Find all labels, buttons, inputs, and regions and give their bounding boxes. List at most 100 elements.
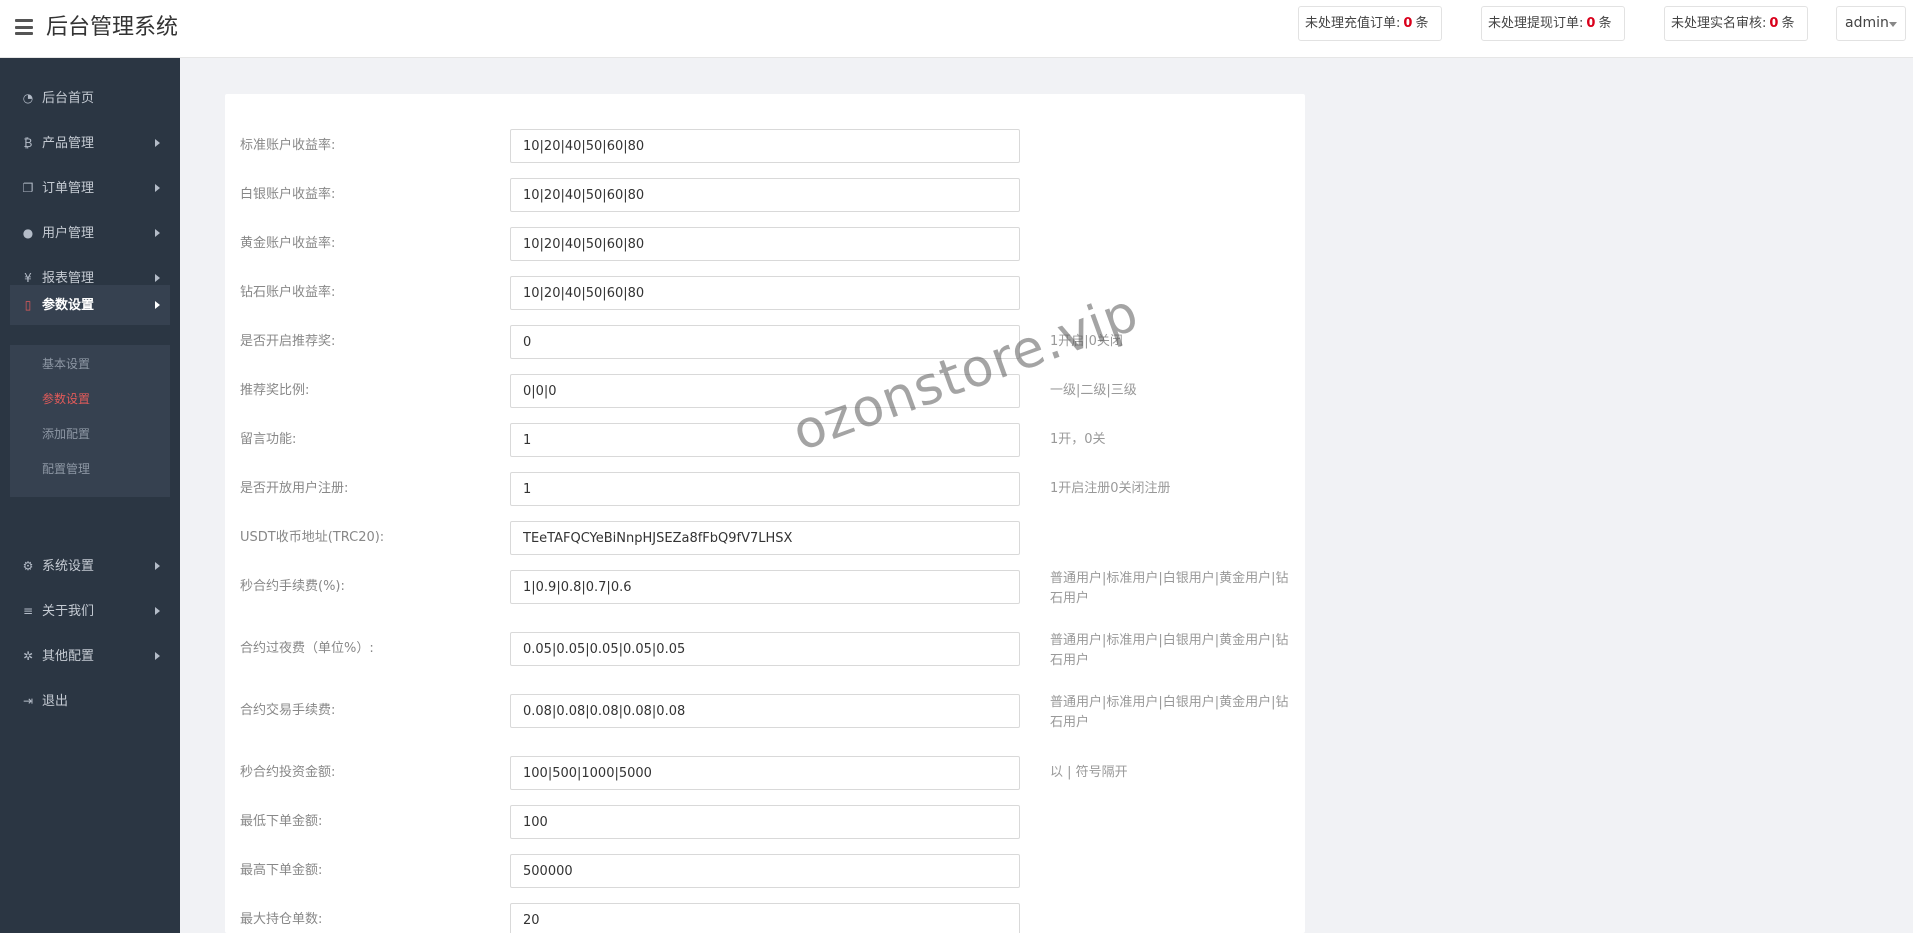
field-hint: 普通用户|标准用户|白银用户|黄金用户|钻石用户 (1050, 695, 1289, 730)
chevron-right-icon (155, 184, 160, 192)
sidebar-item-orders[interactable]: ❐ 订单管理 (0, 168, 180, 208)
chevron-right-icon (155, 274, 160, 282)
referral-enable-input[interactable] (510, 325, 1020, 359)
sidebar-item-system[interactable]: ⚙ 系统设置 (0, 546, 180, 586)
chevron-right-icon (155, 607, 160, 615)
sidebar-item-label: 订单管理 (42, 181, 95, 196)
sidebar-item-label: 报表管理 (42, 271, 95, 286)
sidebar-item-about[interactable]: ≡ 关于我们 (0, 591, 180, 631)
pending-verify-label: 未处理实名审核: (1671, 16, 1767, 31)
admin-dropdown[interactable]: admin (1836, 6, 1906, 41)
diamond-rate-input[interactable] (510, 276, 1020, 310)
sign-out-icon: ⇥ (22, 694, 34, 708)
chevron-right-icon (155, 301, 160, 309)
pending-recharge-label: 未处理充值订单: (1305, 16, 1401, 31)
menu-toggle-icon[interactable] (15, 19, 33, 35)
field-label: 是否开启推荐奖: (240, 334, 336, 349)
pending-recharge-unit: 条 (1415, 16, 1429, 31)
sidebar-item-products[interactable]: ₿ 产品管理 (0, 123, 180, 163)
caret-down-icon (1889, 22, 1897, 27)
admin-username: admin (1845, 15, 1889, 31)
field-label: 最高下单金额: (240, 863, 323, 878)
overnight-fee-input[interactable] (510, 632, 1020, 666)
max-positions-input[interactable] (510, 903, 1020, 933)
submenu-item-params[interactable]: 参数设置 (10, 382, 170, 417)
sidebar-item-logout[interactable]: ⇥ 退出 (0, 681, 180, 721)
field-hint: 普通用户|标准用户|白银用户|黄金用户|钻石用户 (1050, 633, 1289, 668)
referral-ratio-input[interactable] (510, 374, 1020, 408)
field-label: USDT收币地址(TRC20): (240, 530, 385, 545)
gear-icon: ✲ (22, 649, 34, 663)
second-contract-amount-input[interactable] (510, 756, 1020, 790)
field-label: 推荐奖比例: (240, 383, 310, 398)
field-hint: 1开启注册0关闭注册 (1050, 481, 1171, 496)
pending-withdraw-count: 0 (1586, 16, 1596, 31)
params-submenu: 基本设置 参数设置 添加配置 配置管理 (10, 345, 170, 497)
sidebar-item-label: 后台首页 (42, 91, 95, 106)
field-label: 秒合约手续费(%): (240, 579, 345, 594)
chevron-right-icon (155, 229, 160, 237)
file-icon: ▯ (24, 298, 32, 312)
sidebar-item-params[interactable]: ▯ 参数设置 (10, 285, 170, 325)
max-order-amount-input[interactable] (510, 854, 1020, 888)
submenu-item-config-manage[interactable]: 配置管理 (10, 452, 170, 487)
cogs-icon: ⚙ (22, 559, 34, 573)
pending-recharge-badge[interactable]: 未处理充值订单: 0 条 (1298, 6, 1442, 41)
list-icon: ≡ (22, 604, 34, 618)
sidebar-item-label: 产品管理 (42, 136, 95, 151)
gold-rate-input[interactable] (510, 227, 1020, 261)
field-hint: 以 | 符号隔开 (1050, 765, 1128, 780)
standard-rate-input[interactable] (510, 129, 1020, 163)
field-label: 留言功能: (240, 432, 297, 447)
pending-withdraw-label: 未处理提现订单: (1488, 16, 1584, 31)
pending-withdraw-unit: 条 (1598, 16, 1612, 31)
sidebar-item-users[interactable]: ● 用户管理 (0, 213, 180, 253)
second-contract-fee-input[interactable] (510, 570, 1020, 604)
settings-form-card: 标准账户收益率: 白银账户收益率: 黄金账户收益率: 钻石账户收益率: 是否开启… (225, 94, 1305, 933)
sidebar-item-label: 退出 (42, 694, 69, 709)
top-header: 后台管理系统 未处理充值订单: 0 条 未处理提现订单: 0 条 未处理实名审核: 0 条 … (0, 0, 1913, 58)
sidebar-item-label: 其他配置 (42, 649, 95, 664)
field-label: 是否开放用户注册: (240, 481, 349, 496)
field-label: 合约过夜费（单位%）: (240, 641, 374, 656)
sidebar-item-label: 关于我们 (42, 604, 95, 619)
pending-verify-badge[interactable]: 未处理实名审核: 0 条 (1664, 6, 1808, 41)
message-enable-input[interactable] (510, 423, 1020, 457)
usdt-address-input[interactable] (510, 521, 1020, 555)
field-label: 最低下单金额: (240, 814, 323, 829)
pending-withdraw-badge[interactable]: 未处理提现订单: 0 条 (1481, 6, 1625, 41)
copy-icon: ❐ (22, 181, 34, 195)
chevron-right-icon (155, 562, 160, 570)
dashboard-icon: ◔ (22, 91, 34, 105)
silver-rate-input[interactable] (510, 178, 1020, 212)
sidebar: ◔ 后台首页 ₿ 产品管理 ❐ 订单管理 ● 用户管理 ¥ 报表管理 ▯ 参数设置 基本设置… (0, 58, 180, 933)
registration-enable-input[interactable] (510, 472, 1020, 506)
sidebar-item-label: 系统设置 (42, 559, 95, 574)
user-icon: ● (22, 226, 34, 240)
pending-verify-count: 0 (1769, 16, 1779, 31)
min-order-amount-input[interactable] (510, 805, 1020, 839)
field-hint: 1开启|0关闭 (1050, 334, 1123, 349)
field-hint: 1开，0关 (1050, 432, 1106, 447)
sidebar-item-home[interactable]: ◔ 后台首页 (0, 78, 180, 118)
sidebar-item-other[interactable]: ✲ 其他配置 (0, 636, 180, 676)
field-label: 合约交易手续费: (240, 703, 336, 718)
field-label: 白银账户收益率: (240, 187, 336, 202)
bitcoin-icon: ₿ (23, 136, 33, 150)
chevron-right-icon (155, 139, 160, 147)
field-hint: 普通用户|标准用户|白银用户|黄金用户|钻石用户 (1050, 571, 1289, 606)
pending-verify-unit: 条 (1781, 16, 1795, 31)
chevron-right-icon (155, 652, 160, 660)
field-hint: 一级|二级|三级 (1050, 383, 1137, 398)
field-label: 钻石账户收益率: (240, 285, 336, 300)
app-title: 后台管理系统 (46, 15, 179, 40)
sidebar-item-label: 参数设置 (42, 298, 95, 313)
field-label: 最大持仓单数: (240, 912, 323, 927)
field-label: 标准账户收益率: (240, 138, 336, 153)
field-label: 秒合约投资金额: (240, 765, 336, 780)
submenu-item-basic[interactable]: 基本设置 (10, 347, 170, 382)
contract-trade-fee-input[interactable] (510, 694, 1020, 728)
sidebar-item-label: 用户管理 (42, 226, 95, 241)
field-label: 黄金账户收益率: (240, 236, 336, 251)
submenu-item-add-config[interactable]: 添加配置 (10, 417, 170, 452)
